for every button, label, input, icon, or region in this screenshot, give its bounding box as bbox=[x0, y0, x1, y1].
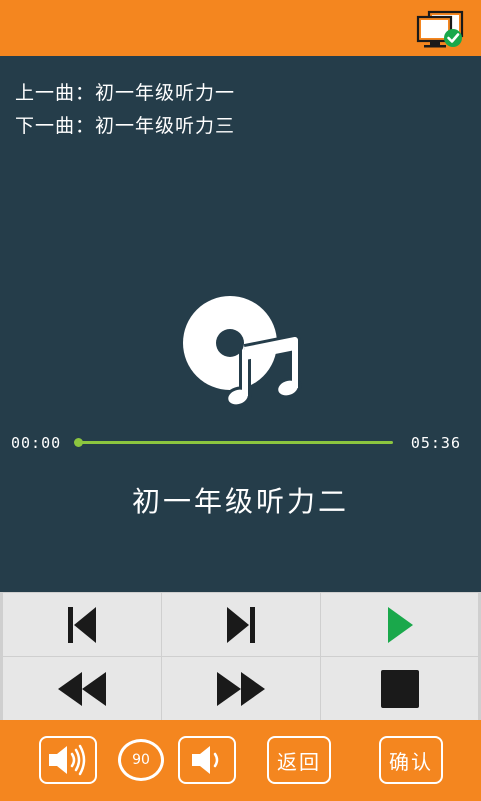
volume-down-icon bbox=[192, 746, 219, 774]
bottom-bar: 90 返回 确认 bbox=[0, 720, 481, 801]
total-time: 05:36 bbox=[410, 434, 461, 452]
stop-icon bbox=[380, 669, 419, 708]
previous-track-label: 上一曲：初一年级听力一 bbox=[15, 82, 236, 104]
confirm-button[interactable]: 确认 bbox=[379, 736, 443, 784]
play-icon bbox=[387, 606, 413, 643]
stop-button[interactable] bbox=[321, 657, 478, 720]
monitor-connected-icon bbox=[416, 10, 464, 48]
disc-music-icon bbox=[183, 296, 302, 408]
volume-up-button[interactable] bbox=[39, 736, 97, 784]
progress-bar[interactable] bbox=[78, 441, 393, 444]
skip-previous-icon bbox=[68, 606, 96, 643]
current-time: 00:00 bbox=[11, 434, 62, 452]
progress-handle[interactable] bbox=[74, 438, 83, 447]
next-track-label: 下一曲：初一年级听力三 bbox=[15, 115, 236, 137]
fast-forward-button[interactable] bbox=[162, 657, 320, 720]
back-button[interactable]: 返回 bbox=[267, 736, 331, 784]
volume-up-icon bbox=[49, 744, 86, 776]
next-track-button[interactable] bbox=[162, 593, 320, 656]
rewind-button[interactable] bbox=[3, 657, 161, 720]
fast-forward-icon bbox=[217, 671, 265, 706]
player-panel: 上一曲：初一年级听力一 下一曲：初一年级听力三 00:00 05:36 初一年级… bbox=[0, 56, 481, 592]
rewind-icon bbox=[58, 671, 106, 706]
skip-next-icon bbox=[227, 606, 255, 643]
now-playing-title: 初一年级听力二 bbox=[131, 485, 349, 518]
transport-controls bbox=[0, 592, 481, 720]
top-bar bbox=[0, 0, 481, 56]
play-button[interactable] bbox=[321, 593, 478, 656]
volume-down-button[interactable] bbox=[178, 736, 236, 784]
volume-level: 90 bbox=[118, 739, 164, 781]
previous-track-button[interactable] bbox=[3, 593, 161, 656]
